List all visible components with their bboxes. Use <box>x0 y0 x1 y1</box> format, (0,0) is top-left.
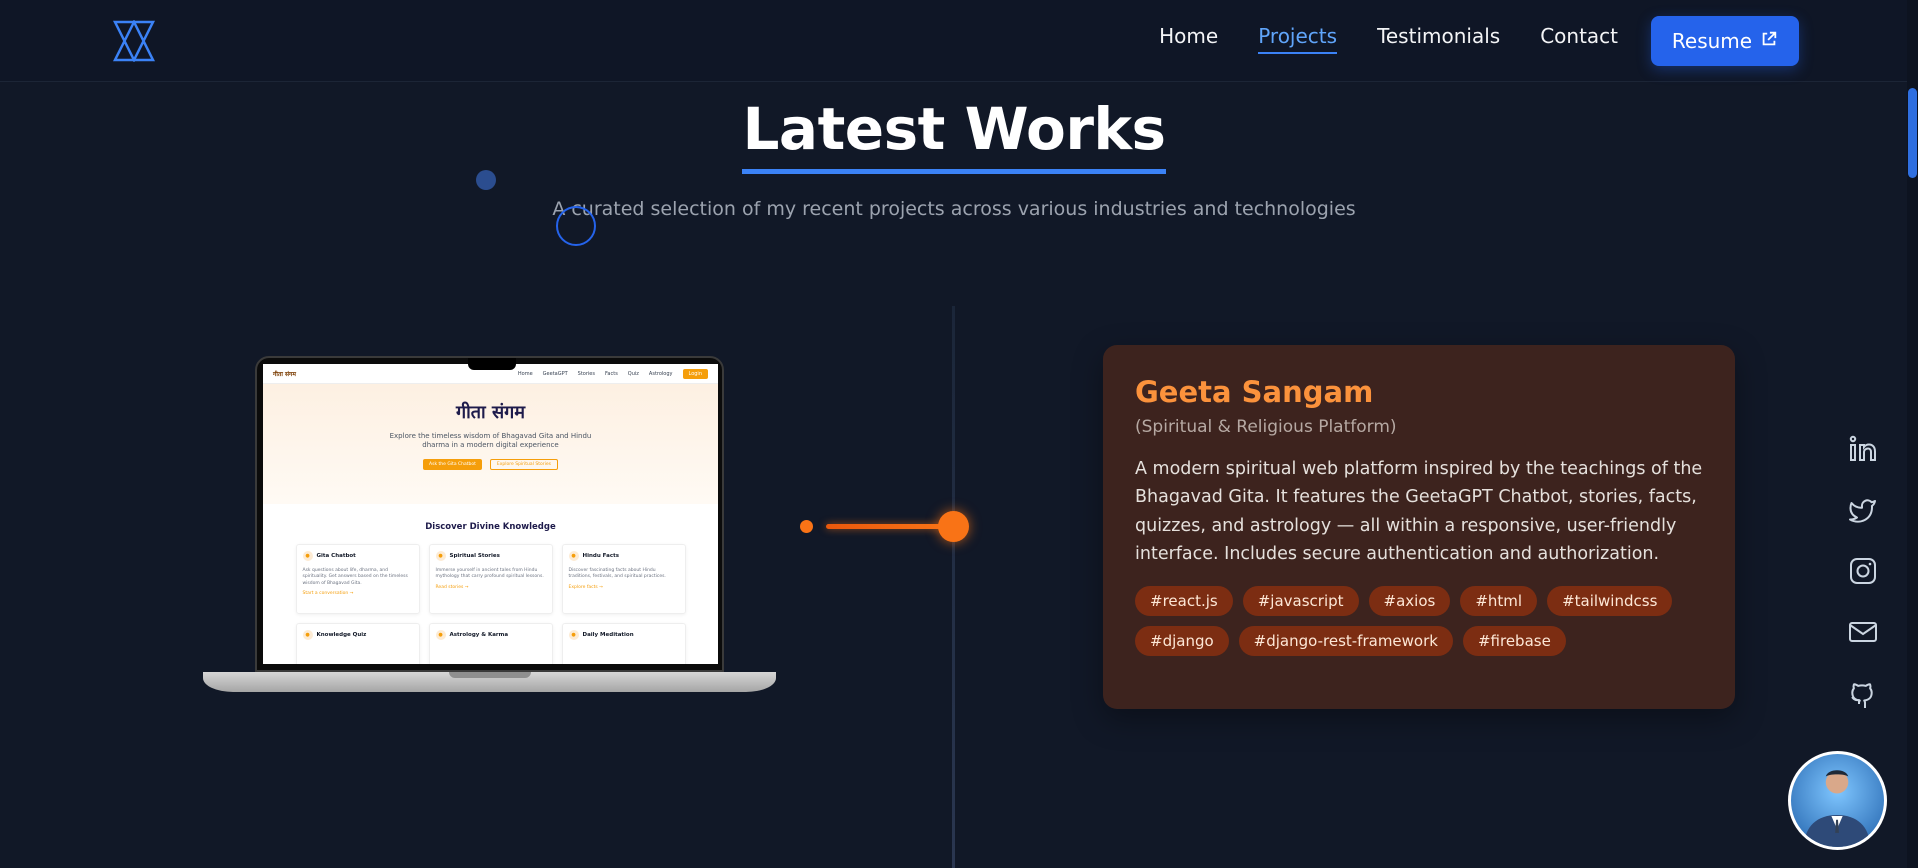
github-icon[interactable] <box>1848 678 1878 708</box>
preview-hero-desc: Explore the timeless wisdom of Bhagavad … <box>389 432 592 450</box>
external-link-icon <box>1760 29 1778 53</box>
preview-logo: गीता संगम <box>273 370 297 378</box>
preview-card: ● Gita Chatbot Ask questions about life, … <box>295 544 420 614</box>
timeline-connector <box>826 524 944 529</box>
project-title: Geeta Sangam <box>1135 375 1374 409</box>
chat-icon: ● <box>302 551 313 561</box>
preview-hero: गीता संगम Explore the timeless wisdom of… <box>263 384 718 504</box>
preview-primary-button: Ask the Gita Chatbot <box>423 458 482 470</box>
laptop-screen: गीता संगम Home GeetaGPT Stories Facts Qu… <box>263 364 718 664</box>
preview-card-title: Spiritual Stories <box>449 553 500 559</box>
preview-nav-link: Stories <box>577 370 595 377</box>
timeline-line <box>952 306 955 868</box>
preview-cards: ● Gita Chatbot Ask questions about life, … <box>263 544 718 664</box>
preview-card-link: Explore facts → <box>568 584 603 590</box>
tech-tag: #html <box>1460 586 1538 617</box>
preview-card: ● Astrology & Karma <box>428 623 553 664</box>
preview-card-desc: Discover fascinating facts about Hindu t… <box>568 568 666 580</box>
instagram-icon[interactable] <box>1848 556 1878 586</box>
project-category: (Spiritual & Religious Platform) <box>1135 417 1397 437</box>
preview-card: ● Spiritual Stories Immerse yourself in a… <box>428 544 553 614</box>
preview-card-link: Read stories → <box>435 584 469 590</box>
nav-links: Home Projects Testimonials Contact <box>1159 24 1618 54</box>
tech-tag: #django-rest-framework <box>1238 626 1453 657</box>
laptop-lid: गीता संगम Home GeetaGPT Stories Facts Qu… <box>255 356 724 672</box>
book-icon: ● <box>435 551 446 561</box>
nav-contact-link[interactable]: Contact <box>1540 24 1618 54</box>
project-card: Geeta Sangam (Spiritual & Religious Plat… <box>1103 345 1735 709</box>
preview-card-title: Astrology & Karma <box>449 632 509 638</box>
lotus-icon: ● <box>568 630 579 640</box>
mail-icon[interactable] <box>1848 617 1878 647</box>
quiz-icon: ● <box>302 630 313 640</box>
decorative-ring <box>556 206 596 246</box>
project-preview-laptop[interactable]: गीता संगम Home GeetaGPT Stories Facts Qu… <box>203 356 776 698</box>
preview-nav-link: Astrology <box>648 370 673 377</box>
bulb-icon: ● <box>568 551 579 561</box>
preview-nav-link: GeetaGPT <box>542 370 568 377</box>
preview-nav-link: Facts <box>605 370 618 377</box>
preview-card-link: Start a conversation → <box>302 590 354 596</box>
preview-card-title: Gita Chatbot <box>316 553 356 559</box>
logo-icon[interactable] <box>112 19 156 63</box>
preview-card-desc: Immerse yourself in ancient tales from H… <box>435 568 544 580</box>
preview-card: ● Hindu Facts Discover fascinating facts … <box>561 544 686 614</box>
nav-projects-link[interactable]: Projects <box>1258 24 1337 54</box>
laptop-notch <box>468 358 516 370</box>
section-subtitle: A curated selection of my recent project… <box>552 198 1356 220</box>
avatar[interactable] <box>1788 751 1887 850</box>
preview-card-title: Daily Meditation <box>582 632 634 638</box>
linkedin-icon[interactable] <box>1848 434 1878 464</box>
tech-tag: #tailwindcss <box>1547 586 1673 617</box>
preview-card: ● Knowledge Quiz <box>295 623 420 664</box>
section-title: Latest Works <box>742 95 1166 174</box>
tech-tag: #react.js <box>1135 586 1233 617</box>
preview-section-title: Discover Divine Knowledge <box>425 522 556 532</box>
twitter-icon[interactable] <box>1848 495 1878 525</box>
preview-nav-links: Home GeetaGPT Stories Facts Quiz Astrolo… <box>518 371 673 377</box>
decorative-dot <box>476 170 496 190</box>
preview-nav-link: Quiz <box>627 370 639 377</box>
laptop-groove <box>449 672 531 678</box>
top-navbar: Home Projects Testimonials Contact Resum… <box>0 0 1918 82</box>
nav-home-link[interactable]: Home <box>1159 24 1218 54</box>
preview-card-title: Hindu Facts <box>582 553 619 559</box>
preview-card-title: Knowledge Quiz <box>316 632 367 638</box>
project-tags: #react.js #javascript #axios #html #tail… <box>1135 586 1715 657</box>
tech-tag: #axios <box>1368 586 1451 617</box>
sun-icon: ● <box>435 630 446 640</box>
section-title-wrap: Latest Works <box>0 95 1908 174</box>
project-description: A modern spiritual web platform inspired… <box>1135 459 1703 565</box>
preview-hero-buttons: Ask the Gita Chatbot Explore Spiritual S… <box>263 458 718 470</box>
preview-hero-title: गीता संगम <box>455 402 526 423</box>
tech-tag: #firebase <box>1462 626 1566 657</box>
social-links <box>1848 434 1878 708</box>
preview-secondary-button: Explore Spiritual Stories <box>489 458 558 470</box>
timeline-connector-dot <box>800 520 813 533</box>
resume-button-label: Resume <box>1671 29 1753 53</box>
timeline-node <box>938 511 969 542</box>
preview-nav-link: Home <box>517 370 533 377</box>
preview-login-button: Login <box>682 368 708 379</box>
tech-tag: #django <box>1135 626 1229 657</box>
preview-card-desc: Ask questions about life, dharma, and sp… <box>302 568 408 586</box>
resume-button[interactable]: Resume <box>1651 16 1799 66</box>
preview-card: ● Daily Meditation <box>561 623 686 664</box>
nav-testimonials-link[interactable]: Testimonials <box>1377 24 1500 54</box>
scrollbar-thumb[interactable] <box>1908 88 1917 178</box>
tech-tag: #javascript <box>1242 586 1359 617</box>
